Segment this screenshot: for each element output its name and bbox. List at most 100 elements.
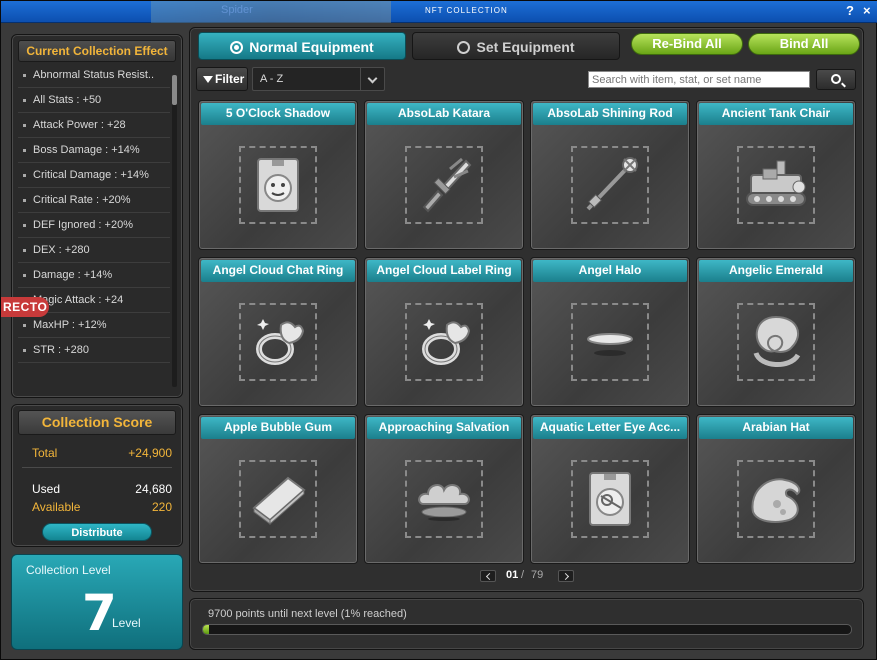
equipment-slot — [571, 303, 649, 381]
collection-effect-title: Current Collection Effect — [18, 40, 176, 62]
tab-set-equipment[interactable]: Set Equipment — [412, 32, 620, 60]
equipment-card[interactable]: Angel Halo — [530, 257, 690, 407]
set-gear-icon — [457, 41, 471, 54]
effect-item: All Stats : +50 — [18, 88, 170, 113]
next-page-button[interactable] — [558, 570, 574, 582]
equipment-slot — [405, 460, 483, 538]
radio-selected-icon — [230, 41, 244, 54]
equipment-card[interactable]: Apple Bubble Gum — [198, 414, 358, 564]
ring-icon — [241, 305, 315, 379]
emerald-icon — [739, 305, 813, 379]
search-icon — [831, 74, 841, 84]
equipment-card[interactable]: AbsoLab Shining Rod — [530, 100, 690, 250]
tab-normal-equipment[interactable]: Normal Equipment — [198, 32, 406, 60]
ring-icon — [407, 305, 481, 379]
equipment-card[interactable]: Angel Cloud Label Ring — [364, 257, 524, 407]
funnel-icon — [203, 76, 213, 83]
effect-list[interactable]: Abnormal Status Resist.. All Stats : +50… — [18, 63, 170, 393]
search-input[interactable] — [588, 71, 810, 88]
dagger-icon — [407, 148, 481, 222]
effect-item: Abnormal Status Resist.. — [18, 63, 170, 88]
effect-item: Attack Power : +28 — [18, 113, 170, 138]
filter-label: Filter — [215, 72, 245, 86]
total-label: Total — [32, 446, 58, 460]
effect-item: Boss Damage : +14% — [18, 138, 170, 163]
equipment-name: 5 O'Clock Shadow — [201, 103, 355, 125]
equipment-slot — [571, 146, 649, 224]
total-value: +24,900 — [128, 446, 172, 460]
equipment-name: Arabian Hat — [699, 417, 853, 439]
equipment-slot — [737, 146, 815, 224]
collection-score-title: Collection Score — [18, 410, 176, 435]
equipment-slot — [239, 303, 317, 381]
sort-dropdown[interactable]: A - Z — [252, 67, 385, 91]
collection-effect-panel: Current Collection Effect Abnormal Statu… — [11, 34, 183, 398]
progress-text: 9700 points until next level (1% reached… — [208, 608, 407, 620]
equipment-slot — [405, 146, 483, 224]
effect-item: DEX : +280 — [18, 238, 170, 263]
hat-icon — [739, 462, 813, 536]
collection-level-label: Collection Level — [26, 563, 111, 577]
chevron-down-icon[interactable] — [360, 68, 384, 90]
effect-item: Critical Rate : +20% — [18, 188, 170, 213]
face-card-icon — [241, 148, 315, 222]
bind-all-button[interactable]: Bind All — [748, 33, 860, 55]
close-button[interactable]: × — [863, 3, 877, 19]
collection-level-panel: Collection Level 7 Level — [11, 554, 183, 650]
cloud-icon — [407, 462, 481, 536]
effect-item: DEF Ignored : +20% — [18, 213, 170, 238]
equipment-card[interactable]: Aquatic Letter Eye Acc... — [530, 414, 690, 564]
available-label: Available — [32, 500, 81, 514]
equipment-grid: 5 O'Clock Shadow AbsoLab Katara AbsoLab … — [198, 100, 858, 565]
equipment-name: Aquatic Letter Eye Acc... — [533, 417, 687, 439]
equipment-name: Angelic Emerald — [699, 260, 853, 282]
help-button[interactable]: ? — [846, 3, 860, 19]
rebind-all-button[interactable]: Re-Bind All — [631, 33, 743, 55]
filter-button[interactable]: Filter — [196, 67, 248, 91]
search-button[interactable] — [816, 69, 856, 90]
equipment-card[interactable]: AbsoLab Katara — [364, 100, 524, 250]
effect-item: Critical Damage : +14% — [18, 163, 170, 188]
equipment-name: Apple Bubble Gum — [201, 417, 355, 439]
equipment-card[interactable]: Approaching Salvation — [364, 414, 524, 564]
equipment-name: Angel Cloud Chat Ring — [201, 260, 355, 282]
total-pages: 79 — [531, 569, 544, 581]
collection-level-unit: Level — [112, 616, 141, 630]
rod-icon — [573, 148, 647, 222]
equipment-card[interactable]: Angelic Emerald — [696, 257, 856, 407]
gum-icon — [241, 462, 315, 536]
equipment-slot — [737, 303, 815, 381]
prev-page-button[interactable] — [480, 570, 496, 582]
recto-tag: RECTO — [1, 297, 49, 317]
equipment-slot — [571, 460, 649, 538]
halo-icon — [573, 305, 647, 379]
nft-collection-window: Spider NFT COLLECTION ? × Current Collec… — [0, 0, 877, 660]
equipment-slot — [405, 303, 483, 381]
equipment-slot — [737, 460, 815, 538]
equipment-name: Approaching Salvation — [367, 417, 521, 439]
title-bar[interactable]: Spider NFT COLLECTION ? × — [1, 1, 877, 23]
tab-set-label: Set Equipment — [476, 39, 575, 55]
equipment-card[interactable]: Arabian Hat — [696, 414, 856, 564]
progress-track — [202, 624, 852, 635]
equipment-card[interactable]: 5 O'Clock Shadow — [198, 100, 358, 250]
collection-level-value: 7 — [82, 584, 117, 642]
scrollbar-thumb[interactable] — [172, 75, 177, 105]
progress-fill — [203, 625, 210, 634]
background-window-ghost: Spider — [151, 1, 391, 23]
tank-icon — [739, 148, 813, 222]
equipment-card[interactable]: Ancient Tank Chair — [696, 100, 856, 250]
distribute-button[interactable]: Distribute — [42, 523, 152, 541]
window-title: NFT COLLECTION — [425, 6, 508, 15]
used-value: 24,680 — [135, 482, 172, 496]
equipment-slot — [239, 146, 317, 224]
equipment-card[interactable]: Angel Cloud Chat Ring — [198, 257, 358, 407]
background-window-title: Spider — [221, 4, 253, 16]
pagination: 01 / 79 — [480, 569, 580, 584]
effect-scrollbar[interactable] — [172, 75, 177, 387]
eye-card-icon — [573, 462, 647, 536]
used-label: Used — [32, 482, 61, 496]
collection-score-panel: Collection Score Total +24,900 Used 24,6… — [11, 404, 183, 547]
score-divider — [22, 467, 172, 468]
equipment-name: Angel Halo — [533, 260, 687, 282]
